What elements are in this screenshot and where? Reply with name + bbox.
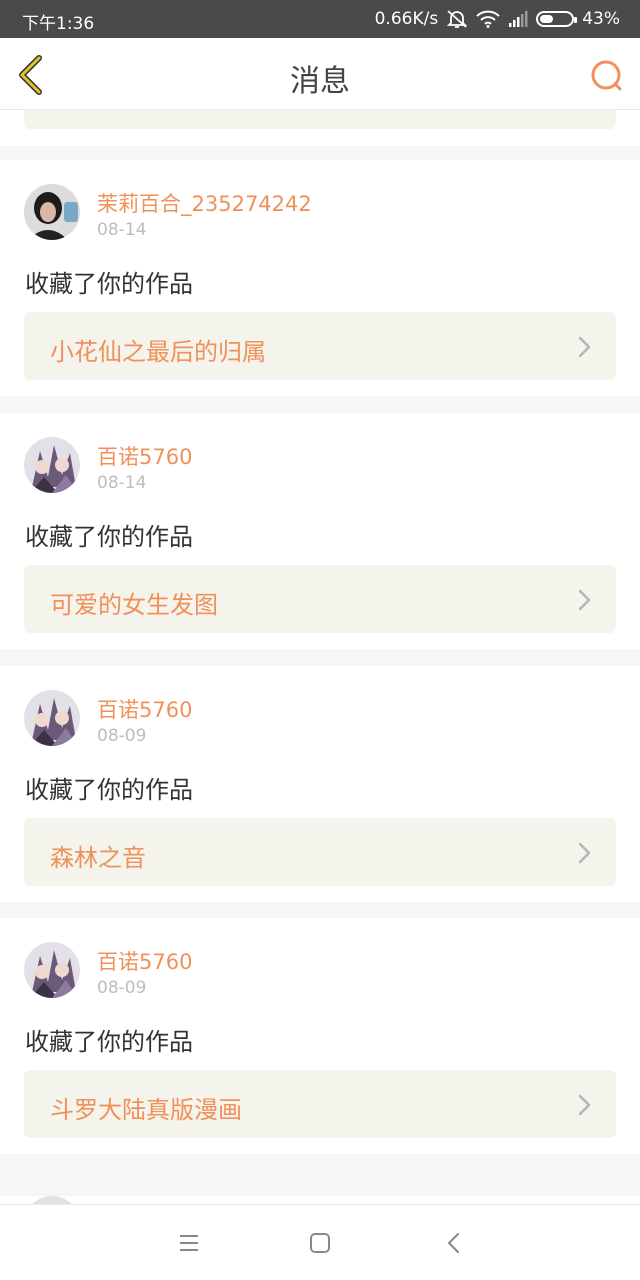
action-text: 收藏了你的作品 <box>25 270 193 298</box>
menu-button[interactable] <box>175 1229 203 1257</box>
list-item: 百诺5760 08-14 收藏了你的作品 可爱的女生发图 <box>0 413 640 649</box>
avatar[interactable] <box>24 1196 80 1204</box>
search-icon <box>591 60 622 91</box>
battery-icon <box>536 11 578 27</box>
header: 消息 <box>0 38 640 110</box>
work-title: 可爱的女生发图 <box>50 591 218 619</box>
page-title: 消息 <box>290 64 350 99</box>
chevron-right-icon <box>578 842 591 864</box>
wifi-icon <box>476 10 500 28</box>
battery-percent: 43% <box>582 9 620 29</box>
avatar[interactable] <box>24 437 80 493</box>
work-card[interactable]: 斗罗大陆真版漫画 <box>24 1070 616 1138</box>
work-card[interactable]: 小花仙之最后的归属 <box>24 312 616 380</box>
username[interactable]: 百诺5760 <box>97 441 192 471</box>
username[interactable]: 百诺5760 <box>97 946 192 976</box>
username[interactable]: 茉莉百合_235274242 <box>97 188 312 218</box>
chevron-right-icon <box>578 589 591 611</box>
menu-icon <box>180 1235 198 1251</box>
network-speed: 0.66K/s <box>374 9 439 29</box>
work-card-partial[interactable] <box>24 110 616 129</box>
status-right: 0.66K/s 43% <box>375 9 620 29</box>
message-date: 08-09 <box>97 726 147 746</box>
work-title: 斗罗大陆真版漫画 <box>50 1096 242 1124</box>
work-card[interactable]: 可爱的女生发图 <box>24 565 616 633</box>
list-item-partial-top <box>0 110 640 146</box>
nav-back-button[interactable] <box>440 1229 468 1257</box>
work-title: 小花仙之最后的归属 <box>50 338 266 366</box>
message-date: 08-14 <box>97 220 147 240</box>
username[interactable]: 百诺5760 <box>97 694 192 724</box>
message-date: 08-14 <box>97 473 147 493</box>
home-icon <box>310 1233 330 1253</box>
status-time: 下午1:36 <box>22 14 95 34</box>
list-item: 百诺5760 08-09 收藏了你的作品 森林之音 <box>0 666 640 902</box>
chevron-right-icon <box>578 336 591 358</box>
list-item-partial-bottom <box>0 1196 640 1204</box>
avatar[interactable] <box>24 690 80 746</box>
work-card[interactable]: 森林之音 <box>24 818 616 886</box>
home-button[interactable] <box>306 1229 334 1257</box>
signal-icon <box>508 11 528 27</box>
avatar[interactable] <box>24 184 80 240</box>
avatar[interactable] <box>24 942 80 998</box>
back-icon <box>448 1233 459 1253</box>
list-item: 百诺5760 08-09 收藏了你的作品 斗罗大陆真版漫画 <box>0 918 640 1154</box>
mute-icon <box>446 9 468 29</box>
action-text: 收藏了你的作品 <box>25 776 193 804</box>
action-text: 收藏了你的作品 <box>25 523 193 551</box>
message-date: 08-09 <box>97 978 147 998</box>
list-item: 茉莉百合_235274242 08-14 收藏了你的作品 小花仙之最后的归属 <box>0 160 640 396</box>
system-nav-bar <box>0 1204 640 1280</box>
message-list[interactable]: 茉莉百合_235274242 08-14 收藏了你的作品 小花仙之最后的归属 百… <box>0 110 640 1204</box>
work-title: 森林之音 <box>50 844 146 872</box>
chevron-right-icon <box>578 1094 591 1116</box>
search-button[interactable] <box>586 56 626 96</box>
action-text: 收藏了你的作品 <box>25 1028 193 1056</box>
status-bar: 下午1:36 0.66K/s 43% <box>0 0 640 38</box>
